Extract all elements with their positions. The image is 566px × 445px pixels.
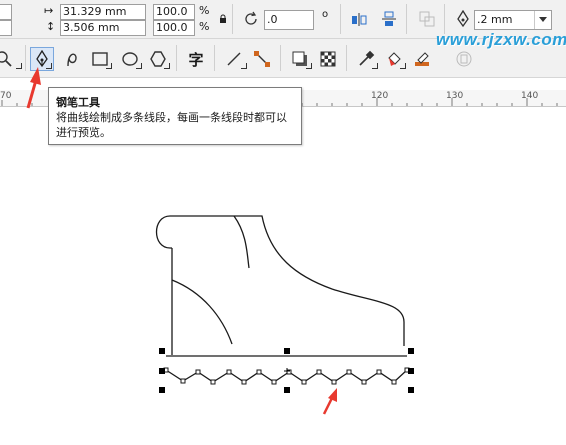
boot-outline [156,215,407,357]
tooltip-description: 将曲线绘制成多条线段，每画一条线段时都可以进行预览。 [56,111,287,139]
watermark: www.rjzxw.com [436,30,566,49]
red-arrow-icon [322,388,337,415]
red-arrow-icon [26,67,41,109]
drawing-canvas[interactable] [0,0,566,445]
tooltip-title: 钢笔工具 [56,96,100,109]
pen-tool-tooltip: 钢笔工具 将曲线绘制成多条线段，每画一条线段时都可以进行预览。 [48,87,302,145]
